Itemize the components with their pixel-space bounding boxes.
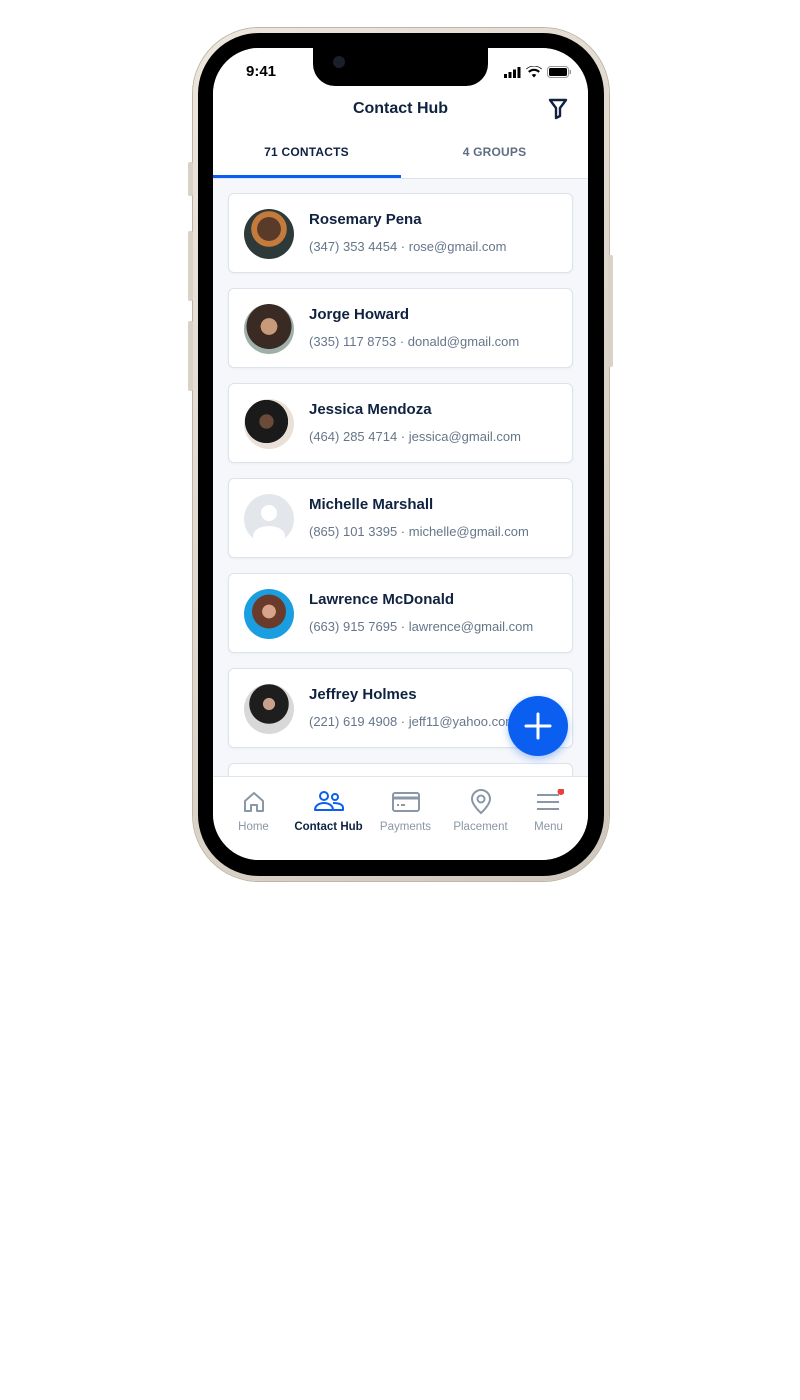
card-icon [391, 792, 420, 812]
menu-icon [536, 789, 564, 810]
notch [313, 48, 488, 86]
avatar [244, 589, 294, 639]
contact-detail: (335) 117 8753 · donald@gmail.com [309, 334, 520, 349]
contact-card[interactable]: Michelle Marshall (865) 101 3395 · miche… [228, 478, 573, 558]
avatar [244, 684, 294, 734]
nav-home[interactable]: Home [216, 789, 291, 833]
contact-name: Michelle Marshall [309, 496, 434, 513]
nav-payments[interactable]: Payments [368, 789, 443, 833]
tab-contacts[interactable]: 71 CONTACTS [213, 145, 400, 159]
location-icon [470, 789, 491, 815]
contact-detail: (663) 915 7695 · lawrence@gmail.com [309, 619, 534, 634]
contacts-icon [313, 791, 344, 811]
status-time: 9:41 [246, 63, 277, 80]
contact-name: Jorge Howard [309, 306, 410, 323]
home-icon [243, 792, 264, 812]
contact-name: Jessica Mendoza [309, 401, 432, 418]
battery-icon [547, 66, 571, 78]
person-icon [253, 505, 285, 544]
plus-icon [524, 712, 552, 740]
tab-indicator [213, 175, 401, 178]
status-icons [504, 66, 572, 78]
screen: 9:41 Contact Hub 71 CONTACTS 4 GROUPS Ro… [213, 48, 588, 860]
nav-menu[interactable]: Menu [511, 789, 586, 833]
contact-detail: (347) 353 4454 · rose@gmail.com [309, 239, 507, 254]
nav-placement[interactable]: Placement [443, 789, 518, 833]
wifi-icon [526, 66, 542, 78]
add-contact-button[interactable] [508, 696, 568, 756]
page-title: Contact Hub [352, 100, 449, 117]
contact-card[interactable]: Jorge Howard (335) 117 8753 · donald@gma… [228, 288, 573, 368]
avatar [244, 399, 294, 449]
bottom-nav: Home Contact Hub Payments Placement Menu [213, 776, 588, 860]
contact-name: Jeffrey Holmes [309, 686, 417, 703]
nav-contact-hub[interactable]: Contact Hub [291, 789, 366, 833]
contact-detail: (865) 101 3395 · michelle@gmail.com [309, 524, 529, 539]
contact-name: Lawrence McDonald [309, 591, 455, 608]
filter-icon[interactable] [548, 98, 568, 120]
contact-name: Rosemary Pena [309, 211, 422, 228]
contact-detail: (464) 285 4714 · jessica@gmail.com [309, 429, 521, 444]
avatar-placeholder [244, 494, 294, 544]
contact-card[interactable]: Rosemary Pena (347) 353 4454 · rose@gmai… [228, 193, 573, 273]
tab-groups[interactable]: 4 GROUPS [401, 145, 588, 159]
contact-list: Rosemary Pena (347) 353 4454 · rose@gmai… [228, 193, 573, 858]
avatar [244, 304, 294, 354]
avatar [244, 209, 294, 259]
contact-card[interactable]: Jessica Mendoza (464) 285 4714 · jessica… [228, 383, 573, 463]
contact-card[interactable]: Lawrence McDonald (663) 915 7695 · lawre… [228, 573, 573, 653]
signal-icon [504, 66, 521, 78]
